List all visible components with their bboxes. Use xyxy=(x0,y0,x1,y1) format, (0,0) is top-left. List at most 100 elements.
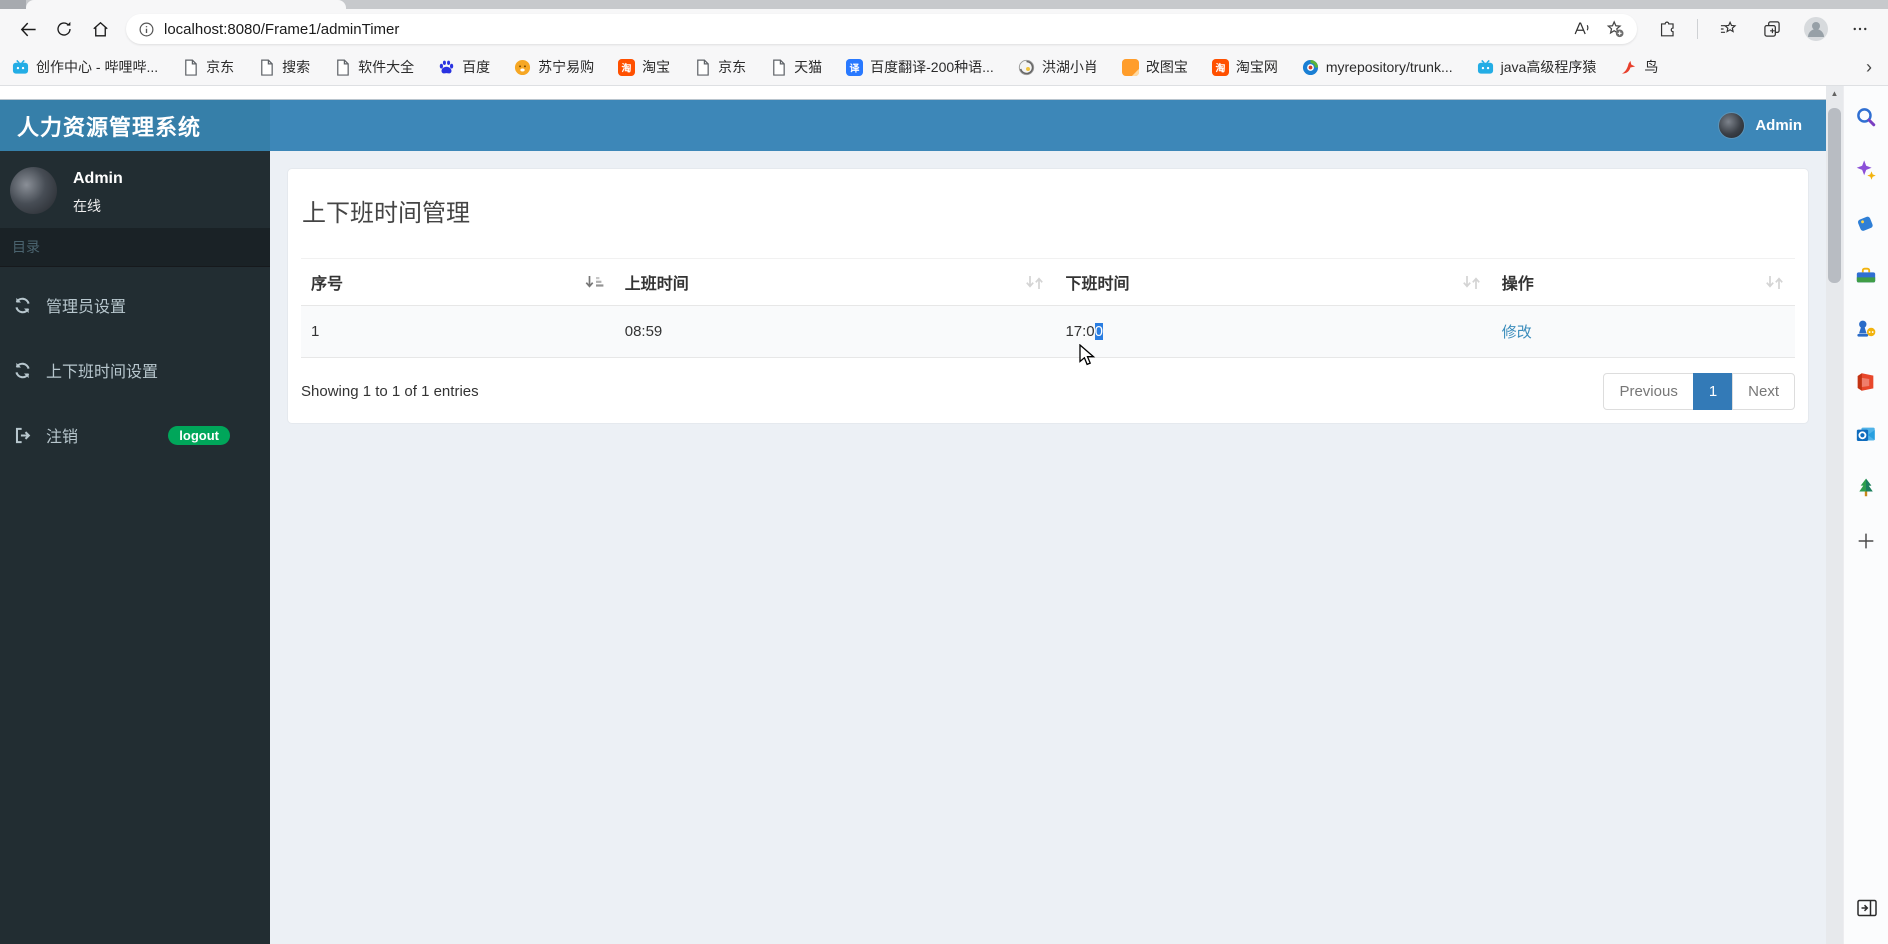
cell-action: 修改 xyxy=(1491,305,1795,358)
favorites-hub-icon xyxy=(1718,19,1738,39)
url-text[interactable]: localhost:8080/Frame1/adminTimer xyxy=(164,21,1571,38)
toolbar-divider xyxy=(1697,19,1698,39)
sidebar-item-注销[interactable]: 注销 logout xyxy=(0,408,270,462)
sidebar-item-管理员设置[interactable]: 管理员设置 xyxy=(0,278,270,332)
games-icon[interactable] xyxy=(1855,318,1877,340)
svg-text:淘: 淘 xyxy=(1215,61,1225,74)
svg-text:译: 译 xyxy=(850,61,861,74)
favorites-bar-button[interactable] xyxy=(1710,13,1746,45)
site-info-icon[interactable] xyxy=(138,21,155,38)
outlook-icon[interactable] xyxy=(1855,424,1877,446)
bookmark-item[interactable]: myrepository/trunk... xyxy=(1302,59,1453,76)
column-label: 操作 xyxy=(1501,276,1534,293)
bookmark-item[interactable]: 苏宁易购 xyxy=(514,57,594,77)
toolbox-icon[interactable] xyxy=(1855,265,1877,287)
search-icon[interactable] xyxy=(1855,106,1877,128)
edge-sidebar xyxy=(1843,86,1888,944)
navbar-user-name[interactable]: Admin xyxy=(1755,117,1802,134)
bookmark-item[interactable]: java高级程序猿 xyxy=(1477,57,1596,77)
bookmark-label: 软件大全 xyxy=(358,59,415,75)
home-button[interactable] xyxy=(82,13,118,45)
bookmark-label: 天猫 xyxy=(794,59,823,75)
edit-link[interactable]: 修改 xyxy=(1502,324,1532,341)
app-header: 人力资源管理系统 Admin xyxy=(0,99,1826,151)
scrollbar-thumb[interactable] xyxy=(1828,108,1841,283)
table-row: 1 08:59 17:00 修改 xyxy=(301,305,1795,358)
bookmark-item[interactable]: 京东 xyxy=(694,57,746,77)
settings-more-button[interactable] xyxy=(1842,13,1878,45)
sidebar-toggle-icon[interactable] xyxy=(1855,896,1879,920)
bookmark-item[interactable]: 百度 xyxy=(438,57,490,77)
column-header-上班时间[interactable]: 上班时间 xyxy=(614,258,1056,306)
bookmark-item[interactable]: 淘淘宝网 xyxy=(1211,57,1278,77)
bookmark-item[interactable]: 软件大全 xyxy=(334,57,414,77)
home-icon xyxy=(91,20,110,39)
back-button[interactable] xyxy=(10,13,46,45)
refresh-icon xyxy=(55,20,73,38)
repo-icon xyxy=(1302,59,1319,76)
sidebar-item-上下班时间设置[interactable]: 上下班时间设置 xyxy=(0,343,270,397)
sort-none-icon xyxy=(1461,275,1482,290)
table-header-row: 序号 上班时间 下班时间 操作 xyxy=(301,258,1795,306)
bookmark-item[interactable]: 洪湖小肖 xyxy=(1018,57,1098,77)
bookmark-label: 京东 xyxy=(206,59,235,75)
column-header-操作[interactable]: 操作 xyxy=(1491,258,1795,306)
bookmark-label: 改图宝 xyxy=(1145,59,1188,75)
page-icon xyxy=(334,59,351,76)
column-header-inner: 操作 xyxy=(1502,270,1785,294)
logout-badge[interactable]: logout xyxy=(168,425,230,445)
collections-icon xyxy=(1762,19,1782,39)
bookmark-item[interactable]: 搜索 xyxy=(258,57,310,77)
pagination-page-1-button[interactable]: 1 xyxy=(1692,373,1734,410)
signout-icon xyxy=(14,427,31,444)
address-bar[interactable]: localhost:8080/Frame1/adminTimer xyxy=(126,14,1637,44)
add-icon[interactable] xyxy=(1855,530,1877,552)
extensions-button[interactable] xyxy=(1649,13,1685,45)
column-header-序号[interactable]: 序号 xyxy=(301,258,615,306)
table-info-text: Showing 1 to 1 of 1 entries xyxy=(301,383,479,400)
sidebar-menu-header: 目录 xyxy=(0,228,270,266)
copilot-icon[interactable] xyxy=(1855,159,1877,181)
scrollbar-up-arrow-icon[interactable]: ▲ xyxy=(1826,86,1843,101)
main-content: 上下班时间管理 序号 上班时间 下班时间 操作 1 08:59 17:00 修改 Showi… xyxy=(270,151,1826,944)
timer-card: 上下班时间管理 序号 上班时间 下班时间 操作 1 08:59 17:00 修改 Showi… xyxy=(287,168,1809,424)
sidebar-user-status: 在线 xyxy=(73,198,101,214)
add-favorite-icon[interactable] xyxy=(1605,19,1625,39)
shopping-icon[interactable] xyxy=(1855,212,1877,234)
page-icon xyxy=(694,59,711,76)
profile-button[interactable] xyxy=(1798,13,1834,45)
sidebar-user-name: Admin xyxy=(73,170,123,187)
read-aloud-icon[interactable] xyxy=(1571,19,1591,39)
back-icon xyxy=(19,20,38,39)
bookmarks-overflow-chevron[interactable]: › xyxy=(1866,57,1876,78)
bookmark-item[interactable]: 创作中心 - 哔哩哔... xyxy=(12,57,158,77)
pagination-next-button[interactable]: Next xyxy=(1732,373,1795,410)
column-label: 下班时间 xyxy=(1065,276,1130,293)
browser-scrollbar[interactable]: ▲ xyxy=(1826,86,1843,944)
work-end-text: 17:0 xyxy=(1065,323,1095,340)
app-logo[interactable]: 人力资源管理系统 xyxy=(0,100,270,151)
bookmark-label: 百度翻译-200种语... xyxy=(870,59,994,75)
tabstrip-left-edge xyxy=(0,0,26,9)
bookmark-item[interactable]: 天猫 xyxy=(770,57,822,77)
refresh-button[interactable] xyxy=(46,13,82,45)
page-top-gap xyxy=(0,86,1826,99)
refresh-icon xyxy=(14,362,31,379)
browser-tabstrip xyxy=(0,0,1888,9)
column-header-下班时间[interactable]: 下班时间 xyxy=(1055,258,1492,306)
cell-work-end: 17:00 xyxy=(1055,305,1492,358)
tree-icon[interactable] xyxy=(1855,477,1877,499)
office-icon[interactable] xyxy=(1855,371,1877,393)
sidebar-user-avatar xyxy=(10,167,57,214)
navbar-user-avatar[interactable] xyxy=(1718,112,1746,139)
active-tab[interactable] xyxy=(26,0,346,9)
bookmark-item[interactable]: 译百度翻译-200种语... xyxy=(846,57,994,77)
bookmark-item[interactable]: 鸟 xyxy=(1620,57,1658,77)
pagination-previous-button[interactable]: Previous xyxy=(1603,373,1694,410)
bookmark-item[interactable]: 京东 xyxy=(182,57,234,77)
collections-button[interactable] xyxy=(1754,13,1790,45)
bookmark-item[interactable]: 改图宝 xyxy=(1121,57,1188,77)
column-header-inner: 下班时间 xyxy=(1065,270,1481,294)
bookmark-label: 搜索 xyxy=(282,59,311,75)
bookmark-item[interactable]: 淘淘宝 xyxy=(618,57,670,77)
